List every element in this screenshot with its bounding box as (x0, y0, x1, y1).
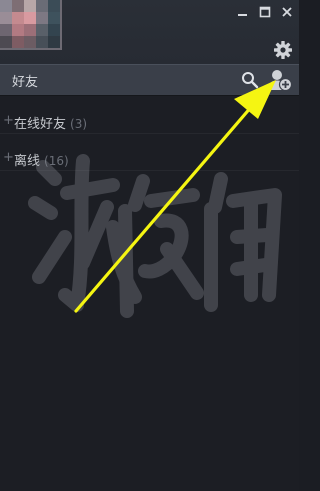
group-label: 在线好友 (3) (14, 117, 88, 132)
friends-window: 好友 + 在线好友 (3) + 离线 (16) (0, 0, 299, 491)
group-online-friends[interactable]: + 在线好友 (3) (0, 108, 299, 134)
maximize-icon[interactable] (257, 4, 273, 20)
expand-plus-icon[interactable]: + (3, 113, 14, 128)
add-friend-icon[interactable] (267, 68, 293, 92)
friends-title: 好友 (12, 75, 39, 90)
window-controls (235, 4, 295, 20)
expand-plus-icon[interactable]: + (3, 150, 14, 165)
watermark-logo (28, 154, 282, 318)
gear-icon[interactable] (273, 40, 293, 60)
avatar[interactable] (0, 0, 62, 50)
friends-search-bar: 好友 (0, 64, 299, 96)
search-icon[interactable] (241, 71, 259, 89)
group-count: (3) (70, 117, 88, 131)
close-icon[interactable] (279, 4, 295, 20)
window-header (0, 0, 299, 64)
minimize-icon[interactable] (235, 4, 251, 20)
